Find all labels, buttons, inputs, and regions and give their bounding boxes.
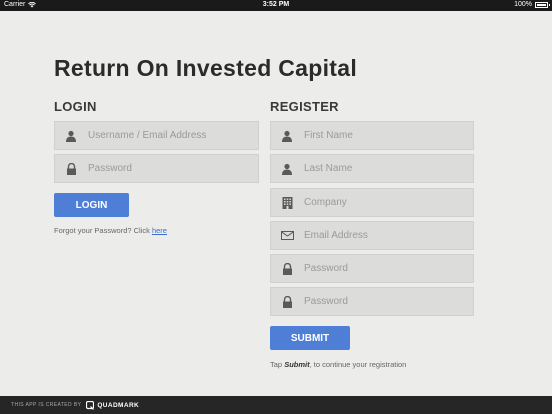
quadmark-logo-icon bbox=[86, 400, 95, 410]
forgot-password-label: Forgot your Password? Click bbox=[54, 226, 152, 235]
login-heading: LOGIN bbox=[54, 99, 97, 114]
lock-icon bbox=[55, 155, 87, 182]
username-input[interactable] bbox=[87, 130, 258, 141]
hint-emphasis: Submit bbox=[284, 360, 310, 369]
forgot-password-text: Forgot your Password? Click here bbox=[54, 226, 167, 235]
user-icon bbox=[55, 122, 87, 149]
battery-info: 100% bbox=[514, 1, 550, 8]
login-password-input[interactable] bbox=[87, 163, 258, 174]
page-title: Return On Invested Capital bbox=[54, 55, 358, 81]
created-by-label: THIS APP IS CREATED BY bbox=[11, 402, 82, 408]
company-field[interactable] bbox=[270, 188, 474, 217]
lock-icon bbox=[271, 288, 303, 315]
register-password-input[interactable] bbox=[303, 263, 473, 274]
mail-icon bbox=[271, 222, 303, 249]
building-icon bbox=[271, 189, 303, 216]
login-password-field[interactable] bbox=[54, 154, 259, 183]
username-field[interactable] bbox=[54, 121, 259, 150]
email-field[interactable] bbox=[270, 221, 474, 250]
forgot-password-link[interactable]: here bbox=[152, 226, 167, 235]
first-name-field[interactable] bbox=[270, 121, 474, 150]
register-password-field[interactable] bbox=[270, 254, 474, 283]
brand: QUADMARK bbox=[86, 400, 140, 410]
user-icon bbox=[271, 155, 303, 182]
user-icon bbox=[271, 122, 303, 149]
first-name-input[interactable] bbox=[303, 130, 473, 141]
hint-suffix: , to continue your registration bbox=[309, 360, 407, 369]
last-name-input[interactable] bbox=[303, 163, 473, 174]
battery-percent: 100% bbox=[514, 1, 532, 8]
lock-icon bbox=[271, 255, 303, 282]
footer-bar: THIS APP IS CREATED BY QUADMARK bbox=[0, 396, 552, 414]
email-input[interactable] bbox=[303, 230, 473, 241]
confirm-password-field[interactable] bbox=[270, 287, 474, 316]
status-time: 3:52 PM bbox=[262, 1, 290, 8]
login-button[interactable]: LOGIN bbox=[54, 193, 129, 217]
confirm-password-input[interactable] bbox=[303, 296, 473, 307]
submit-button[interactable]: SUBMIT bbox=[270, 326, 350, 350]
registration-hint: Tap Submit, to continue your registratio… bbox=[270, 360, 406, 369]
hint-prefix: Tap bbox=[270, 360, 285, 369]
company-input[interactable] bbox=[303, 197, 473, 208]
register-heading: REGISTER bbox=[270, 99, 339, 114]
status-bar: Carrier 3:52 PM 100% bbox=[0, 0, 552, 11]
brand-name: QUADMARK bbox=[97, 401, 140, 409]
last-name-field[interactable] bbox=[270, 154, 474, 183]
battery-icon bbox=[535, 1, 550, 8]
